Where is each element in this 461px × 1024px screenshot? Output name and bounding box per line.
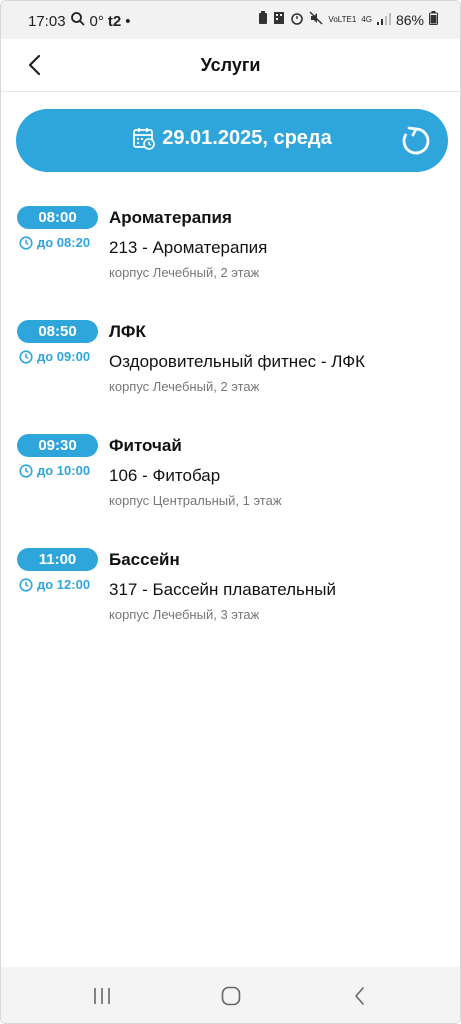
system-back-button[interactable] — [349, 985, 371, 1007]
date-content: 29.01.2025, среда — [16, 126, 448, 150]
end-time-label: до 08:20 — [37, 235, 91, 250]
back-arrow-icon — [355, 987, 364, 1005]
mute-icon — [309, 11, 323, 28]
status-right: VoLTE1 4G 86% — [258, 11, 438, 28]
service-room: Оздоровительный фитнес - ЛФК — [109, 352, 366, 371]
home-icon — [221, 986, 241, 1006]
refresh-button[interactable] — [400, 125, 432, 157]
alarm-icon — [290, 11, 304, 28]
clock-icon — [19, 463, 33, 478]
date-selector-button[interactable]: 29.01.2025, среда — [16, 109, 448, 172]
end-time: до 08:20 — [19, 235, 90, 250]
service-name: Фиточай — [109, 436, 182, 455]
battery-percent: 86% — [395, 11, 424, 28]
status-temperature: 0° — [89, 12, 104, 30]
end-time: до 12:00 — [19, 577, 90, 592]
volte-label: VoLTE1 — [328, 14, 357, 24]
clock-icon — [19, 577, 33, 592]
end-time-label: до 12:00 — [37, 577, 91, 592]
status-carrier: t2 — [107, 12, 122, 30]
status-dot: • — [125, 12, 131, 30]
search-icon — [70, 11, 86, 31]
service-room: 106 - Фитобар — [109, 466, 221, 485]
signal-icon — [376, 12, 391, 28]
battery-icon — [429, 11, 438, 28]
start-time-badge: 11:00 — [17, 548, 98, 571]
battery-saver-icon — [258, 11, 268, 28]
service-item[interactable]: 08:50 до 09:00 ЛФК Оздоровительный фитне… — [1, 320, 460, 410]
service-location: корпус Лечебный, 2 этаж — [109, 265, 260, 280]
home-button[interactable] — [220, 985, 242, 1007]
service-item[interactable]: 08:00 до 08:20 Ароматерапия 213 - Аромат… — [1, 206, 460, 296]
service-name: ЛФК — [109, 322, 146, 341]
system-nav-bar — [1, 967, 460, 1023]
refresh-icon — [402, 126, 430, 155]
end-time: до 09:00 — [19, 349, 90, 364]
start-time-badge: 08:00 — [17, 206, 98, 229]
date-label: 29.01.2025, среда — [162, 126, 332, 149]
status-left: 17:03 0° t2 • — [28, 11, 131, 31]
start-time-badge: 09:30 — [17, 434, 98, 457]
recent-apps-icon — [94, 988, 110, 1004]
end-time-label: до 09:00 — [37, 349, 91, 364]
clock-icon — [19, 235, 33, 250]
recent-apps-button[interactable] — [91, 985, 113, 1007]
building-icon — [273, 11, 285, 28]
app-header: Услуги — [1, 39, 460, 92]
service-location: корпус Центральный, 1 этаж — [109, 493, 282, 508]
page-title: Услуги — [200, 55, 261, 75]
service-room: 213 - Ароматерапия — [109, 238, 268, 257]
status-bar: 17:03 0° t2 • VoLTE1 4G 86% — [1, 1, 460, 39]
service-name: Бассейн — [109, 550, 180, 569]
service-location: корпус Лечебный, 3 этаж — [109, 607, 260, 622]
start-time-badge: 08:50 — [17, 320, 98, 343]
status-time: 17:03 — [28, 12, 66, 30]
app-screen: 17:03 0° t2 • VoLTE1 4G 86% Услуги 29.01… — [0, 0, 461, 1024]
service-name: Ароматерапия — [109, 208, 232, 227]
service-location: корпус Лечебный, 2 этаж — [109, 379, 260, 394]
calendar-icon — [132, 126, 156, 150]
service-item[interactable]: 11:00 до 12:00 Бассейн 317 - Бассейн пла… — [1, 548, 460, 638]
service-item[interactable]: 09:30 до 10:00 Фиточай 106 - Фитобар кор… — [1, 434, 460, 524]
end-time: до 10:00 — [19, 463, 90, 478]
service-room: 317 - Бассейн плавательный — [109, 580, 337, 599]
clock-icon — [19, 349, 33, 364]
end-time-label: до 10:00 — [37, 463, 91, 478]
network-label: 4G — [361, 14, 372, 24]
